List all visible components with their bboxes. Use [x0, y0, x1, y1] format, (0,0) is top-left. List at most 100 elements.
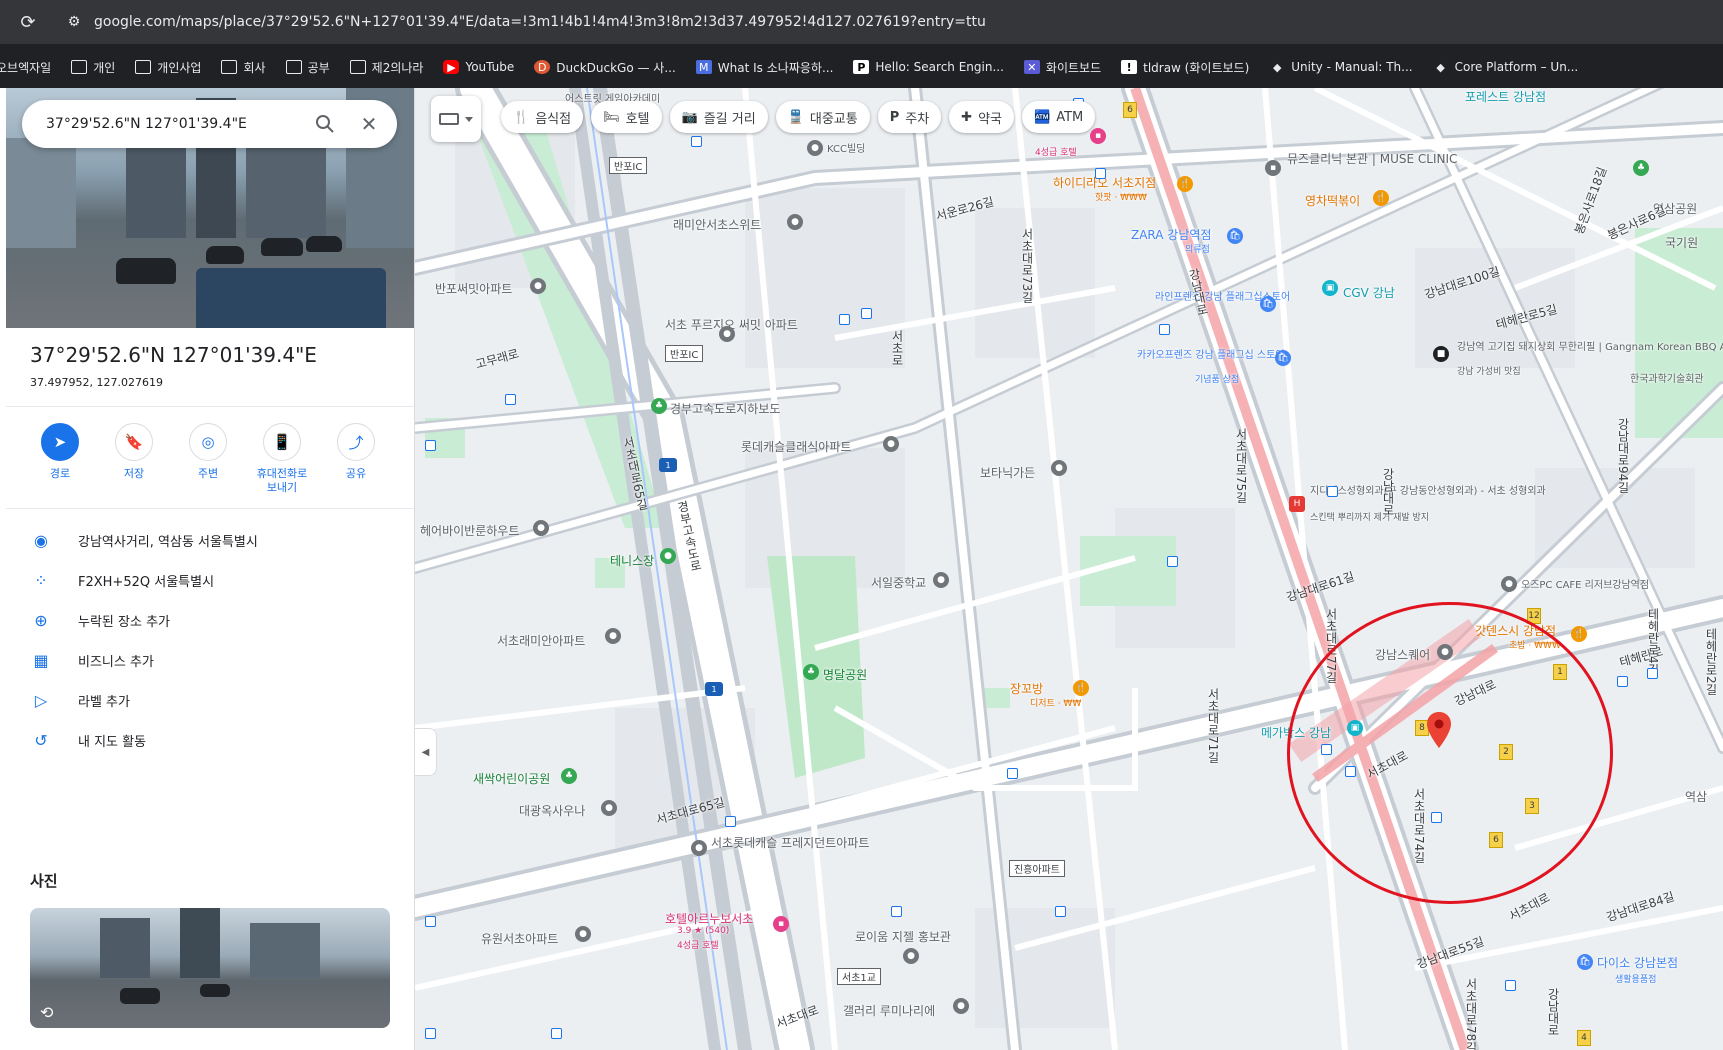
map-label[interactable]: 경부고속도로지하보도	[670, 400, 780, 417]
map-label[interactable]: 오즈PC CAFE 리저브강남역점	[1521, 576, 1649, 591]
share-button[interactable]: ⤴ 공유	[324, 423, 388, 503]
map-label[interactable]: 서초롯데캐슬 프레지던트아파트	[711, 834, 869, 851]
park-pin-icon[interactable]: ♣	[1633, 160, 1649, 176]
search-box[interactable]: ✕	[22, 100, 397, 148]
info-plus-code[interactable]: ⁘ F2XH+52Q 서울특별시	[30, 560, 410, 600]
nearby-button[interactable]: ◎ 주변	[176, 423, 240, 503]
search-input[interactable]	[46, 116, 306, 132]
chip-atm[interactable]: 🏧 ATM	[1022, 101, 1096, 133]
garden-pin-icon[interactable]: ●	[1051, 460, 1067, 476]
map-label[interactable]: 테니스장	[610, 552, 654, 569]
map-layers-button[interactable]	[431, 96, 481, 142]
clinic-pin-icon[interactable]: ▪	[1265, 160, 1281, 176]
map-label[interactable]: 헤어바이반룬하우트	[420, 522, 519, 539]
map-label[interactable]: 서초래미안아파트	[497, 632, 585, 649]
restaurant-pin-icon[interactable]: 🍴	[1373, 190, 1389, 206]
map-label[interactable]: 새싹어린이공원	[473, 770, 550, 787]
sauna-pin-icon[interactable]: ●	[601, 800, 617, 816]
apartment-pin-icon[interactable]: ●	[575, 926, 591, 942]
hotel-pin-icon[interactable]: ▪	[773, 916, 789, 932]
map-label[interactable]: 카카오프렌즈 강남 플래그십 스토어	[1137, 346, 1285, 361]
chip-things-to-do[interactable]: 📷 즐길 거리	[669, 101, 768, 133]
bookmark-item[interactable]: ◆ Core Platform – Un...	[1433, 60, 1578, 74]
map-label[interactable]: 갤러리 루미나리에	[843, 1002, 935, 1019]
restaurant-pin-icon[interactable]: 🍴	[1571, 626, 1587, 642]
restaurant-pin-icon[interactable]: 🍴	[1073, 680, 1089, 696]
map-label[interactable]: 로이움 지젤 홍보관	[855, 928, 951, 945]
bus-stop-icon[interactable]	[861, 308, 872, 319]
save-button[interactable]: 🔖 저장	[102, 423, 166, 503]
bookmark-item[interactable]: 개인사업	[135, 59, 201, 76]
site-info-icon[interactable]: ⚙	[62, 10, 86, 34]
bookmark-item[interactable]: ▶ YouTube	[443, 60, 514, 74]
shop-pin-icon[interactable]: 🛍	[1275, 350, 1291, 366]
chip-pharmacy[interactable]: ✚ 약국	[949, 101, 1014, 133]
bus-stop-icon[interactable]	[1095, 168, 1106, 179]
bus-stop-icon[interactable]	[425, 1028, 436, 1039]
info-add-label[interactable]: ▷ 라벨 추가	[30, 680, 410, 720]
restaurant-logo-icon[interactable]: ■	[1433, 346, 1449, 362]
info-address[interactable]: ◉ 강남역사거리, 역삼동 서울특별시	[30, 520, 410, 560]
map-label[interactable]: 한국과학기술회관	[1630, 370, 1704, 385]
directions-button[interactable]: ➤ 경로	[28, 423, 92, 503]
restaurant-pin-icon[interactable]: 🍴	[1177, 176, 1193, 192]
subway-exit-sign[interactable]: 6	[1123, 102, 1137, 118]
map-label[interactable]: CGV 강남	[1343, 284, 1395, 301]
bookmark-item[interactable]: 개인	[71, 59, 115, 76]
search-icon[interactable]	[315, 114, 335, 134]
map-label[interactable]: 보타닉가든	[980, 464, 1035, 481]
map-label[interactable]: 포레스트 강남점	[1465, 88, 1546, 105]
photo-thumbnail[interactable]: ⟲	[30, 908, 390, 1028]
shop-pin-icon[interactable]: 🛍	[1227, 228, 1243, 244]
map-label[interactable]: 반포써밋아파트	[435, 280, 512, 297]
map-label[interactable]: 국기원	[1665, 234, 1698, 251]
apartment-pin-icon[interactable]: ●	[605, 628, 621, 644]
bookmark-item[interactable]: ◆ Unity - Manual: Th...	[1269, 60, 1413, 74]
sales-office-pin-icon[interactable]: ●	[903, 948, 919, 964]
pc-cafe-pin-icon[interactable]: ●	[1501, 576, 1517, 592]
apartment-pin-icon[interactable]: ●	[883, 436, 899, 452]
bus-stop-icon[interactable]	[1055, 906, 1066, 917]
bus-stop-icon[interactable]	[1647, 668, 1658, 679]
building-pin-icon[interactable]: ●	[807, 140, 823, 156]
map-canvas[interactable]: 🍴 음식점 🛏 호텔 📷 즐길 거리 🚆 대중교통 P 주차 ✚ 약국 🏧 ATM 어스트릿 …	[415, 88, 1723, 1050]
bus-stop-icon[interactable]	[1617, 676, 1628, 687]
bookmark-item[interactable]: 오브엑자일	[0, 59, 51, 76]
chip-parking[interactable]: P 주차	[877, 101, 942, 133]
bus-stop-icon[interactable]	[551, 1028, 562, 1039]
bus-stop-icon[interactable]	[1167, 556, 1178, 567]
address-bar[interactable]: google.com/maps/place/37°29'52.6"N+127°0…	[94, 14, 986, 30]
bus-stop-icon[interactable]	[839, 314, 850, 325]
apartment-pin-icon[interactable]: ●	[719, 326, 735, 342]
bookmark-item[interactable]: ! tldraw (화이트보드)	[1121, 59, 1249, 76]
hospital-pin-icon[interactable]: H	[1289, 496, 1305, 512]
apartment-pin-icon[interactable]: ●	[787, 214, 803, 230]
bus-stop-icon[interactable]	[1007, 768, 1018, 779]
bookmark-item[interactable]: 회사	[221, 59, 266, 76]
map-label[interactable]: ZARA 강남역점	[1131, 226, 1211, 243]
cinema-pin-icon[interactable]: ▣	[1322, 280, 1338, 296]
salon-pin-icon[interactable]: ●	[533, 520, 549, 536]
tennis-pin-icon[interactable]: ●	[660, 548, 676, 564]
apartment-pin-icon[interactable]: ●	[691, 840, 707, 856]
bus-stop-icon[interactable]	[725, 816, 736, 827]
send-to-phone-button[interactable]: 📱 휴대전화로 보내기	[250, 423, 314, 503]
bookmark-item[interactable]: 공부	[285, 59, 330, 76]
chip-transit[interactable]: 🚆 대중교통	[775, 101, 870, 133]
subway-exit-sign[interactable]: 4	[1577, 1030, 1591, 1046]
map-label[interactable]: 대광옥사우나	[519, 802, 585, 819]
bus-stop-icon[interactable]	[505, 394, 516, 405]
bus-stop-icon[interactable]	[1505, 980, 1516, 991]
bookmark-item[interactable]: D DuckDuckGo — 사...	[534, 59, 676, 76]
map-label[interactable]: 명달공원	[823, 666, 867, 683]
map-label[interactable]: 뮤즈클리닉 본관 | MUSE CLINIC	[1287, 150, 1457, 167]
bus-stop-icon[interactable]	[1327, 486, 1338, 497]
bus-stop-icon[interactable]	[891, 906, 902, 917]
map-label[interactable]: 유원서초아파트	[481, 930, 558, 947]
bus-stop-icon[interactable]	[425, 916, 436, 927]
map-label[interactable]: 영차떡볶이	[1305, 192, 1360, 209]
map-label[interactable]: 다이소 강남본점	[1597, 954, 1678, 971]
map-label[interactable]: 호텔아르누보서초	[665, 910, 753, 927]
location-pin-icon[interactable]	[1427, 712, 1451, 748]
apartment-pin-icon[interactable]: ●	[530, 278, 546, 294]
